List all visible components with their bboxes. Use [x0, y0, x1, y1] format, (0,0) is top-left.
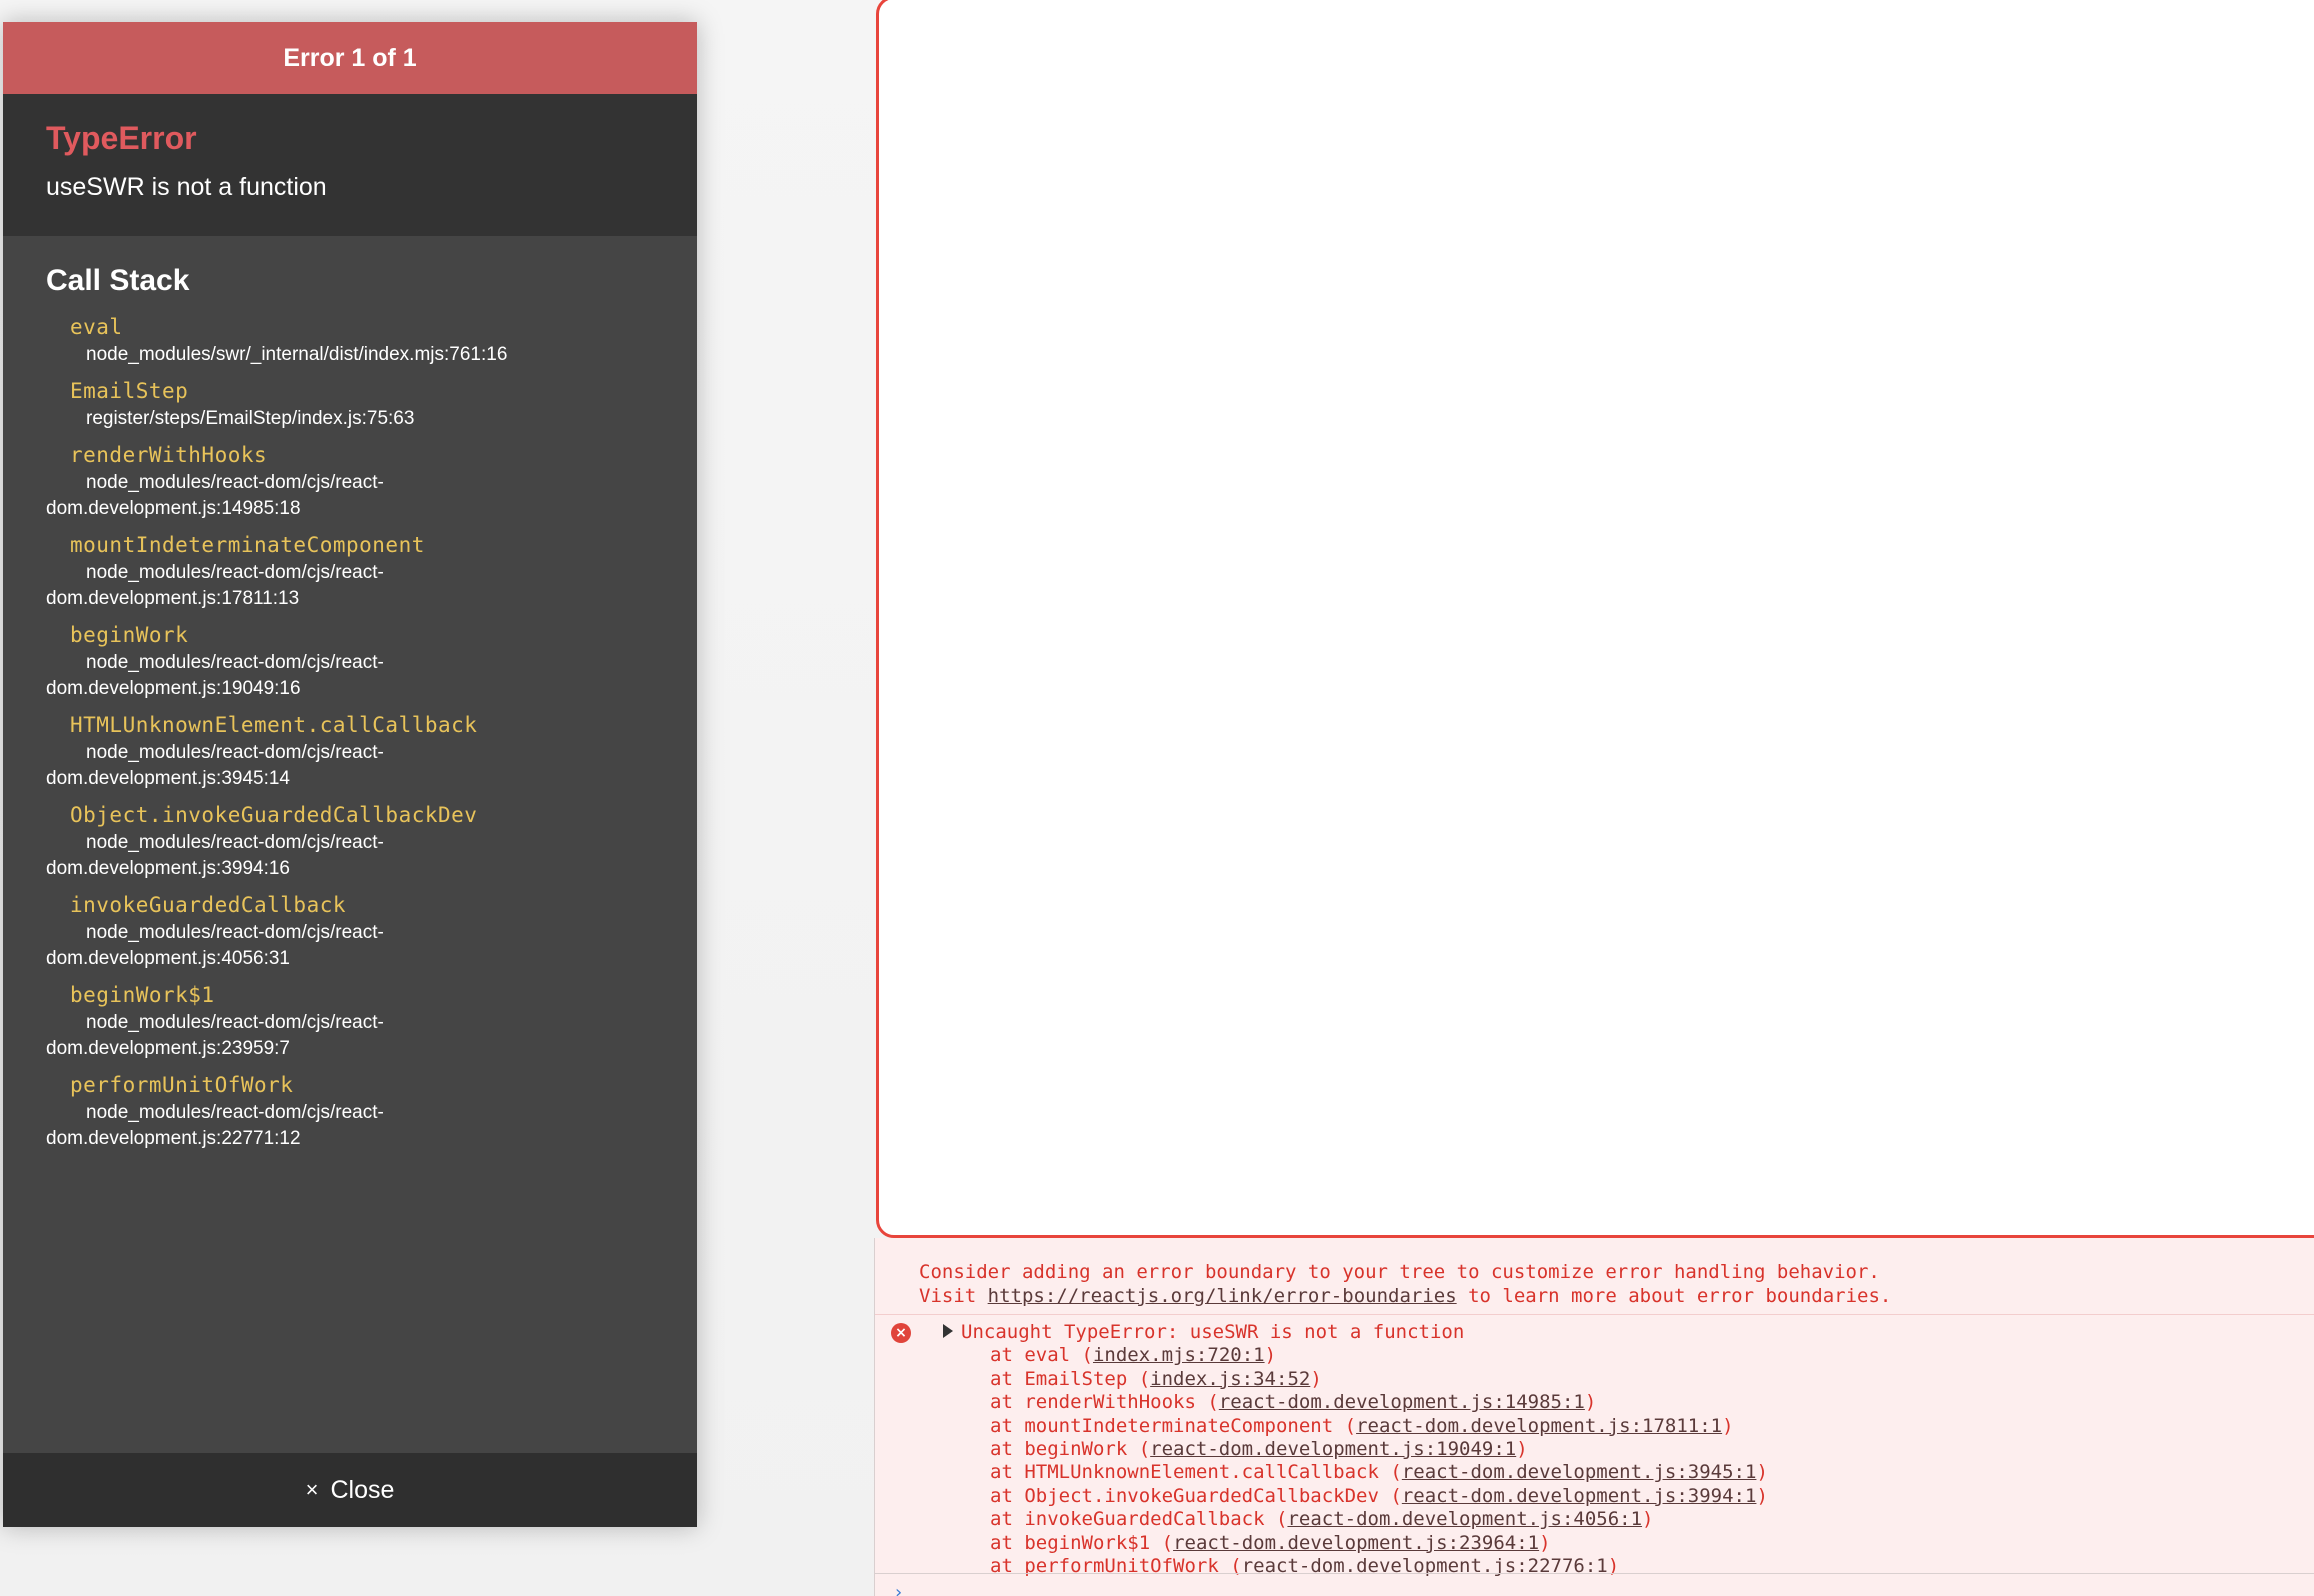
trace-line: at eval (index.mjs:720:1)	[990, 1344, 1277, 1367]
stack-frame-function: beginWork	[70, 623, 189, 647]
trace-source-link[interactable]: react-dom.development.js:3945:1	[1402, 1461, 1757, 1483]
call-stack-title: Call Stack	[46, 264, 190, 297]
trace-fn: invokeGuardedCallback	[1024, 1508, 1265, 1531]
stack-frame-function: beginWork$1	[70, 983, 215, 1007]
trace-fn: beginWork	[1024, 1438, 1128, 1461]
expand-triangle-icon[interactable]	[943, 1323, 953, 1338]
stack-frame[interactable]: beginWork$1 node_modules/react-dom/cjs/r…	[46, 980, 697, 1062]
stack-frame[interactable]: renderWithHooks node_modules/react-dom/c…	[46, 440, 697, 522]
call-stack: Call Stack eval node_modules/swr/_intern…	[3, 236, 697, 1453]
trace-fn: EmailStep	[1024, 1367, 1128, 1390]
stack-frame-function: HTMLUnknownElement.callCallback	[70, 713, 478, 737]
trace-line: at performUnitOfWork (react-dom.developm…	[990, 1555, 1620, 1578]
trace-fn: eval	[1024, 1344, 1071, 1367]
trace-source-link[interactable]: react-dom.development.js:17811:1	[1356, 1415, 1722, 1437]
console-error-summary: Uncaught TypeError: useSWR is not a func…	[961, 1321, 1465, 1343]
trace-fn: mountIndeterminateComponent	[1024, 1414, 1334, 1437]
app-preview-frame	[876, 0, 2314, 1238]
close-button[interactable]: × Close	[3, 1453, 697, 1527]
stack-frame-function: performUnitOfWork	[70, 1073, 294, 1097]
trace-line: at beginWork$1 (react-dom.development.js…	[990, 1531, 1551, 1554]
trace-source-link[interactable]: react-dom.development.js:14985:1	[1219, 1391, 1585, 1413]
stack-frame[interactable]: beginWork node_modules/react-dom/cjs/rea…	[46, 620, 697, 702]
trace-line: at renderWithHooks (react-dom.developmen…	[990, 1391, 1597, 1414]
stack-frame-file: node_modules/swr/_internal/dist/index.mj…	[86, 344, 508, 365]
trace-line: at invokeGuardedCallback (react-dom.deve…	[990, 1508, 1654, 1531]
stack-frame-function: EmailStep	[70, 379, 189, 403]
stack-frame-function: invokeGuardedCallback	[70, 893, 347, 917]
trace-source-link[interactable]: react-dom.development.js:23964:1	[1173, 1532, 1539, 1554]
stack-frame-file: register/steps/EmailStep/index.js:75:63	[86, 408, 415, 429]
stack-frame-function: Object.invokeGuardedCallbackDev	[70, 803, 478, 827]
stack-frame-file: node_modules/react-dom/cjs/react-dom.dev…	[46, 832, 384, 879]
trace-source-link[interactable]: react-dom.development.js:3994:1	[1402, 1485, 1757, 1507]
stack-frame[interactable]: performUnitOfWork node_modules/react-dom…	[46, 1070, 697, 1152]
trace-source-link[interactable]: react-dom.development.js:4056:1	[1287, 1508, 1642, 1530]
close-label: Close	[330, 1475, 395, 1504]
trace-line: at beginWork (react-dom.development.js:1…	[990, 1438, 1528, 1461]
error-counter-header: Error 1 of 1	[3, 22, 697, 94]
stack-frame-file: node_modules/react-dom/cjs/react-dom.dev…	[46, 922, 384, 969]
trace-fn: Object.invokeGuardedCallbackDev	[1024, 1484, 1379, 1507]
stack-frame-file: node_modules/react-dom/cjs/react-dom.dev…	[46, 1012, 384, 1059]
stack-frame[interactable]: invokeGuardedCallback node_modules/react…	[46, 890, 697, 972]
error-circle-icon: ×	[891, 1323, 911, 1343]
error-message: useSWR is not a function	[46, 173, 327, 201]
trace-fn: renderWithHooks	[1024, 1391, 1196, 1414]
devtools-console: Consider adding an error boundary to you…	[874, 1238, 2314, 1596]
error-counter-label: Error 1 of 1	[283, 43, 417, 72]
stack-frame-function: eval	[70, 315, 123, 339]
error-type: TypeError	[46, 120, 197, 156]
trace-line: at HTMLUnknownElement.callCallback (reac…	[990, 1461, 1768, 1484]
error-overlay: Error 1 of 1 TypeError useSWR is not a f…	[3, 22, 697, 1527]
console-warning-message: Consider adding an error boundary to you…	[875, 1238, 2314, 1315]
trace-fn: HTMLUnknownElement.callCallback	[1024, 1461, 1379, 1484]
stack-frame-file: node_modules/react-dom/cjs/react-dom.dev…	[46, 652, 384, 699]
stack-frame[interactable]: HTMLUnknownElement.callCallback node_mod…	[46, 710, 697, 792]
trace-source-link[interactable]: index.mjs:720:1	[1093, 1344, 1265, 1366]
trace-source-link[interactable]: index.js:34:52	[1150, 1368, 1310, 1390]
stack-frame-function: renderWithHooks	[70, 443, 268, 467]
close-icon: ×	[305, 1477, 319, 1502]
warning-visit: Visit	[919, 1285, 988, 1307]
trace-line: at EmailStep (index.js:34:52)	[990, 1367, 1322, 1390]
stack-frame-file: node_modules/react-dom/cjs/react-dom.dev…	[46, 472, 384, 519]
console-error-message: × Uncaught TypeError: useSWR is not a fu…	[875, 1315, 2314, 1578]
stack-frame-function: mountIndeterminateComponent	[70, 533, 425, 557]
stack-frame[interactable]: EmailStep register/steps/EmailStep/index…	[46, 376, 697, 432]
stack-frame[interactable]: Object.invokeGuardedCallbackDev node_mod…	[46, 800, 697, 882]
page: Error 1 of 1 TypeError useSWR is not a f…	[0, 0, 2314, 1596]
console-prompt-caret-icon[interactable]: ›	[893, 1582, 907, 1596]
stack-frame-file: node_modules/react-dom/cjs/react-dom.dev…	[46, 562, 384, 609]
trace-source-link[interactable]: react-dom.development.js:19049:1	[1150, 1438, 1516, 1460]
trace-fn: beginWork$1	[1024, 1531, 1151, 1554]
warning-line-1: Consider adding an error boundary to you…	[919, 1261, 1880, 1283]
error-summary: TypeError useSWR is not a function	[3, 94, 697, 236]
stack-frame[interactable]: mountIndeterminateComponent node_modules…	[46, 530, 697, 612]
error-summary-line[interactable]: Uncaught TypeError: useSWR is not a func…	[943, 1321, 2314, 1344]
stack-frame[interactable]: eval node_modules/swr/_internal/dist/ind…	[46, 312, 697, 368]
console-divider	[875, 1573, 2314, 1574]
stack-frame-file: node_modules/react-dom/cjs/react-dom.dev…	[46, 742, 384, 789]
trace-line: at Object.invokeGuardedCallbackDev (reac…	[990, 1484, 1768, 1507]
trace-line: at mountIndeterminateComponent (react-do…	[990, 1414, 1734, 1437]
stack-frame-file: node_modules/react-dom/cjs/react-dom.dev…	[46, 1102, 384, 1149]
warning-rest: to learn more about error boundaries.	[1456, 1285, 1892, 1307]
error-boundaries-link[interactable]: https://reactjs.org/link/error-boundarie…	[988, 1285, 1457, 1307]
